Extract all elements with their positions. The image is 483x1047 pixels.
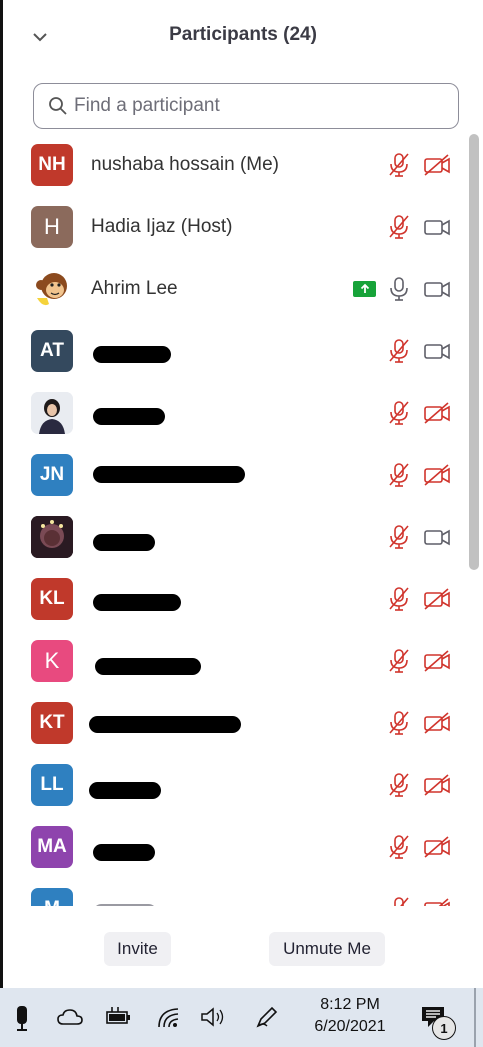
video-off-icon[interactable]	[423, 463, 451, 487]
monkey-avatar-icon	[36, 273, 67, 306]
redacted-name	[93, 904, 157, 906]
avatar: MA	[31, 826, 73, 868]
onedrive-cloud-icon[interactable]	[57, 1004, 83, 1030]
participants-panel: Participants (24) NH nushaba hossain (Me…	[3, 0, 483, 988]
avatar	[31, 268, 73, 310]
taskbar-clock[interactable]: 8:12 PM 6/20/2021	[300, 994, 400, 1038]
mic-muted-icon[interactable]	[387, 896, 411, 906]
clock-time: 8:12 PM	[320, 996, 380, 1013]
video-on-icon[interactable]	[423, 525, 451, 549]
wifi-icon[interactable]	[155, 1004, 181, 1030]
participant-name: nushaba hossain (Me)	[91, 154, 279, 175]
panel-footer: Invite Unmute Me	[3, 910, 483, 988]
video-off-icon[interactable]	[423, 649, 451, 673]
microphone-icon[interactable]	[12, 1004, 32, 1032]
video-off-icon[interactable]	[423, 711, 451, 735]
video-off-icon[interactable]	[423, 773, 451, 797]
video-off-icon[interactable]	[423, 401, 451, 425]
invite-button[interactable]: Invite	[104, 932, 171, 966]
participant-row[interactable]: KT	[3, 692, 465, 754]
screen-share-icon[interactable]	[353, 281, 376, 297]
search-icon	[49, 97, 67, 115]
redacted-name	[89, 782, 161, 799]
participant-row[interactable]: H Hadia Ijaz (Host)	[3, 196, 465, 258]
participant-row[interactable]: K	[3, 630, 465, 692]
avatar: JN	[31, 454, 73, 496]
participant-name: Hadia Ijaz (Host)	[91, 216, 233, 237]
pen-workspace-icon[interactable]	[254, 1004, 280, 1030]
participant-row[interactable]	[3, 382, 465, 444]
video-off-icon[interactable]	[423, 587, 451, 611]
volume-icon[interactable]	[200, 1004, 228, 1030]
avatar: KL	[31, 578, 73, 620]
list-scrollbar[interactable]	[468, 134, 480, 906]
participant-row[interactable]: NH nushaba hossain (Me)	[3, 134, 465, 196]
avatar: M	[31, 888, 73, 906]
video-off-icon[interactable]	[423, 835, 451, 859]
participant-row[interactable]: JN	[3, 444, 465, 506]
video-on-icon[interactable]	[423, 215, 451, 239]
unmute-me-button[interactable]: Unmute Me	[269, 932, 385, 966]
participant-row[interactable]	[3, 506, 465, 568]
redacted-name	[89, 716, 241, 733]
participant-row[interactable]: Ahrim Lee	[3, 258, 465, 320]
search-input[interactable]	[74, 95, 434, 117]
avatar: H	[31, 206, 73, 248]
redacted-name	[93, 534, 155, 551]
notification-count-badge: 1	[432, 1016, 456, 1040]
video-on-icon[interactable]	[423, 339, 451, 363]
profile-photo-icon	[31, 392, 73, 434]
participant-list: NH nushaba hossain (Me) H Hadia Ijaz (Ho…	[3, 134, 465, 906]
scrollbar-thumb[interactable]	[469, 134, 479, 570]
redacted-name	[93, 466, 245, 483]
mic-muted-icon[interactable]	[387, 338, 411, 364]
participant-row[interactable]: KL	[3, 568, 465, 630]
participant-row[interactable]: AT	[3, 320, 465, 382]
mic-muted-icon[interactable]	[387, 152, 411, 178]
clock-date: 6/20/2021	[314, 1018, 386, 1035]
avatar: LL	[31, 764, 73, 806]
mic-muted-icon[interactable]	[387, 648, 411, 674]
panel-header: Participants (24)	[3, 0, 483, 72]
mic-on-icon[interactable]	[387, 276, 411, 302]
mic-muted-icon[interactable]	[387, 214, 411, 240]
search-box[interactable]	[33, 83, 459, 129]
redacted-name	[93, 408, 165, 425]
mic-muted-icon[interactable]	[387, 772, 411, 798]
mic-muted-icon[interactable]	[387, 710, 411, 736]
mic-muted-icon[interactable]	[387, 524, 411, 550]
show-desktop-divider[interactable]	[474, 988, 476, 1047]
redacted-name	[93, 346, 171, 363]
mic-muted-icon[interactable]	[387, 462, 411, 488]
panel-title: Participants (24)	[169, 24, 317, 45]
profile-photo-icon	[31, 516, 73, 558]
redacted-name	[93, 594, 181, 611]
avatar	[31, 392, 73, 434]
avatar: K	[31, 640, 73, 682]
mic-muted-icon[interactable]	[387, 400, 411, 426]
avatar: AT	[31, 330, 73, 372]
redacted-name	[93, 844, 155, 861]
participant-row[interactable]: M	[3, 878, 465, 906]
participant-row[interactable]: LL	[3, 754, 465, 816]
windows-taskbar: 8:12 PM 6/20/2021 1	[0, 988, 483, 1047]
avatar: KT	[31, 702, 73, 744]
video-on-icon[interactable]	[423, 277, 451, 301]
redacted-name	[95, 658, 201, 675]
mic-muted-icon[interactable]	[387, 834, 411, 860]
battery-icon[interactable]	[104, 1004, 132, 1030]
video-off-icon[interactable]	[423, 897, 451, 906]
participant-row[interactable]: MA	[3, 816, 465, 878]
mic-muted-icon[interactable]	[387, 586, 411, 612]
participant-name: Ahrim Lee	[91, 278, 178, 299]
video-off-icon[interactable]	[423, 153, 451, 177]
avatar: NH	[31, 144, 73, 186]
avatar	[31, 516, 73, 558]
